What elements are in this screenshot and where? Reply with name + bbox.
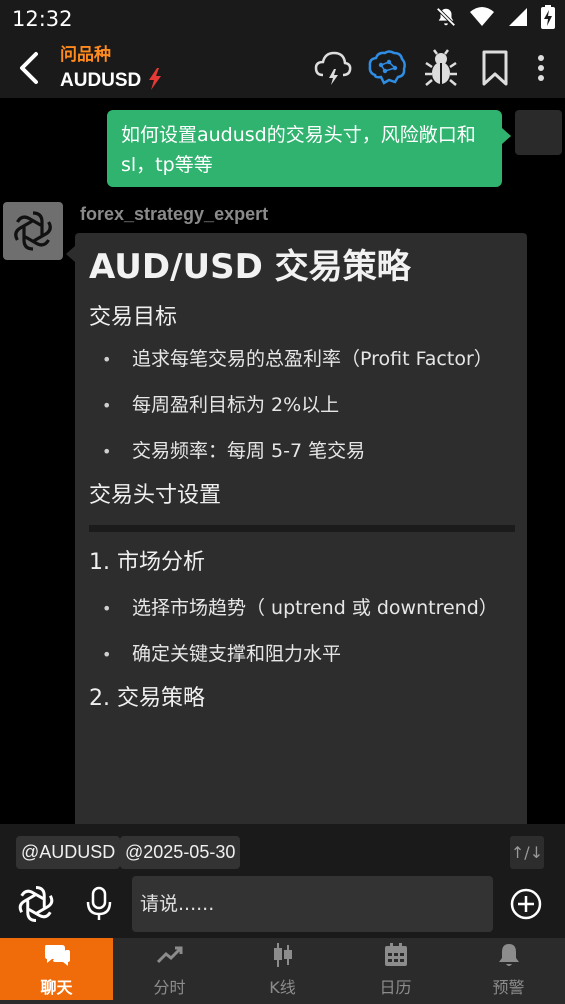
symbol-title: AUDUSD <box>60 70 142 91</box>
bell-icon <box>495 942 523 968</box>
trend-line-icon <box>156 942 184 968</box>
ai-brain-button[interactable] <box>367 48 407 88</box>
more-vertical-icon <box>538 55 544 81</box>
bottom-nav: 聊天 分时 K线 日历 预警 <box>0 938 565 1004</box>
status-icons <box>435 5 555 33</box>
nav-label: 聊天 <box>40 978 73 997</box>
header-titles: 问品种 AUDUSD <box>60 44 163 94</box>
nav-item-chat[interactable]: 聊天 <box>0 938 113 1000</box>
more-menu-button[interactable] <box>529 48 553 88</box>
microphone-button[interactable] <box>84 886 114 922</box>
bot-name: forex_strategy_expert <box>80 204 269 224</box>
section-heading-goals: 交易目标 <box>89 305 178 330</box>
header-subtitle: 问品种 <box>60 45 111 65</box>
app-header: 问品种 AUDUSD <box>0 38 565 98</box>
thunder-cloud-icon <box>314 51 352 85</box>
dnd-off-icon <box>435 6 457 32</box>
thunder-cloud-button[interactable] <box>313 48 353 88</box>
bot-avatar[interactable] <box>3 202 63 260</box>
bookmark-icon <box>482 50 508 86</box>
bookmark-button[interactable] <box>475 48 515 88</box>
nav-label: 预警 <box>492 978 525 997</box>
step-heading-strategy: 2. 交易策略 <box>89 686 205 711</box>
date-tag[interactable]: @2025-05-30 <box>120 836 241 869</box>
nav-label: 日历 <box>379 978 412 997</box>
context-tag-row: @AUDUSD @2025-05-30 ↑/↓ <box>0 824 565 876</box>
candlestick-icon <box>269 942 297 968</box>
bug-icon <box>425 49 457 86</box>
add-button[interactable] <box>509 887 543 921</box>
nav-item-timeshare[interactable]: 分时 <box>113 938 226 1000</box>
signal-icon <box>507 6 529 32</box>
input-row <box>0 876 565 938</box>
chat-area[interactable]: 如何设置audusd的交易头寸，风险敞口和sl，tp等等 forex_strat… <box>0 98 565 824</box>
status-time: 12:32 <box>12 7 73 31</box>
list-item: 交易频率：每周 5-7 笔交易 <box>89 435 515 468</box>
symbol-tag[interactable]: @AUDUSD <box>16 836 121 869</box>
chevron-left-icon <box>20 52 38 84</box>
user-avatar[interactable] <box>515 110 562 155</box>
calendar-icon <box>382 942 410 968</box>
ai-logo-icon <box>18 886 54 922</box>
header-actions <box>313 46 553 90</box>
bug-button[interactable] <box>421 48 461 88</box>
back-button[interactable] <box>14 50 48 86</box>
scroll-toggle-button[interactable]: ↑/↓ <box>510 836 544 869</box>
user-bubble-tail <box>502 128 511 144</box>
brain-icon <box>368 50 406 85</box>
user-message-bubble[interactable]: 如何设置audusd的交易头寸，风险敞口和sl，tp等等 <box>107 110 502 187</box>
analysis-list: 选择市场趋势（ uptrend 或 downtrend） 确定关键支撑和阻力水平 <box>89 592 515 671</box>
wifi-icon <box>469 6 495 32</box>
battery-charging-icon <box>541 5 555 33</box>
status-bar: 12:32 <box>0 0 565 38</box>
list-item: 确定关键支撑和阻力水平 <box>89 638 515 671</box>
list-item: 选择市场趋势（ uptrend 或 downtrend） <box>89 592 515 625</box>
message-title: AUD/USD 交易策略 <box>89 247 411 287</box>
header-title-row: AUDUSD <box>60 68 163 94</box>
bot-bubble-tail <box>66 246 75 262</box>
plus-circle-icon <box>510 888 542 920</box>
nav-item-calendar[interactable]: 日历 <box>339 938 452 1000</box>
chat-bubbles-icon <box>43 942 71 968</box>
list-item: 每周盈利目标为 2%以上 <box>89 389 515 422</box>
nav-item-alert[interactable]: 预警 <box>452 938 565 1000</box>
bot-message-bubble[interactable]: AUD/USD 交易策略 交易目标 追求每笔交易的总盈利率（Profit Fac… <box>75 233 527 824</box>
nav-label: K线 <box>269 978 296 997</box>
section-heading-position: 交易头寸设置 <box>89 483 222 508</box>
lightning-icon <box>147 68 163 94</box>
step-heading-analysis: 1. 市场分析 <box>89 550 205 575</box>
ai-model-button[interactable] <box>14 882 58 926</box>
nav-item-kline[interactable]: K线 <box>226 938 339 1000</box>
nav-label: 分时 <box>153 978 186 997</box>
microphone-icon <box>86 886 112 920</box>
chat-input[interactable] <box>132 876 493 932</box>
divider <box>89 525 515 532</box>
goals-list: 追求每笔交易的总盈利率（Profit Factor） 每周盈利目标为 2%以上 … <box>89 343 515 468</box>
list-item: 追求每笔交易的总盈利率（Profit Factor） <box>89 343 515 376</box>
ai-logo-icon <box>14 211 52 251</box>
